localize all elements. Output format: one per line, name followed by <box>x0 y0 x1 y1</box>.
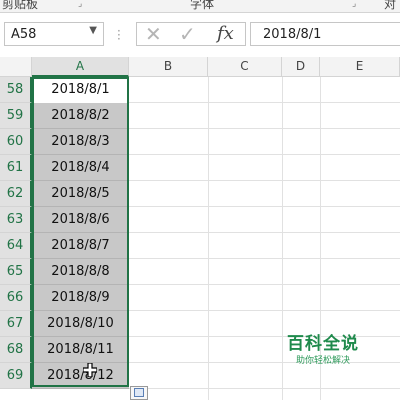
watermark-title: 百科全说 <box>287 334 359 354</box>
watermark-logo: 百科全说 助你轻松解决 <box>276 333 370 373</box>
row-header[interactable]: 68 <box>0 337 32 363</box>
cell-a59[interactable]: 2018/8/2 <box>32 103 129 129</box>
row-header[interactable]: 62 <box>0 181 32 207</box>
cell-a67[interactable]: 2018/8/10 <box>32 311 129 337</box>
formula-input-value: 2018/8/1 <box>263 27 322 42</box>
column-header-a[interactable]: A <box>32 57 129 77</box>
cell-a66[interactable]: 2018/8/9 <box>32 285 129 311</box>
cancel-icon[interactable]: ✕ <box>145 22 162 46</box>
formula-buttons: ✕ ✓ fx <box>136 22 246 46</box>
row-header[interactable]: 67 <box>0 311 32 337</box>
cell-a69[interactable]: 2018/8/12 <box>32 363 129 389</box>
row-header[interactable]: 66 <box>0 285 32 311</box>
auto-fill-options-button[interactable] <box>130 386 148 400</box>
row-header[interactable]: 60 <box>0 129 32 155</box>
cell-a58[interactable]: 2018/8/1 <box>32 77 129 103</box>
row-header[interactable]: 59 <box>0 103 32 129</box>
column-header-b[interactable]: B <box>129 57 208 77</box>
cell-a63[interactable]: 2018/8/6 <box>32 207 129 233</box>
name-box[interactable]: A58 ▼ <box>4 22 104 46</box>
ribbon-group-labels: 剪贴板 ⌟ 字体 ⌟ 对齐 <box>0 0 400 13</box>
row-header[interactable]: 65 <box>0 259 32 285</box>
row-header[interactable]: 69 <box>0 363 32 389</box>
column-header-e[interactable]: E <box>320 57 400 77</box>
chevron-down-icon[interactable]: ▼ <box>89 25 97 36</box>
gridline <box>208 77 209 400</box>
row-header[interactable]: 64 <box>0 233 32 259</box>
insert-function-icon[interactable]: fx <box>217 23 234 44</box>
enter-icon[interactable]: ✓ <box>179 22 196 46</box>
column-header-c[interactable]: C <box>208 57 282 77</box>
font-dialog-launcher-icon[interactable]: ⌟ <box>352 0 356 9</box>
clipboard-dialog-launcher-icon[interactable]: ⌟ <box>78 0 82 9</box>
cell-a65[interactable]: 2018/8/8 <box>32 259 129 285</box>
fill-cross-cursor-icon <box>83 363 97 377</box>
cell-a68[interactable]: 2018/8/11 <box>32 337 129 363</box>
cell-a61[interactable]: 2018/8/4 <box>32 155 129 181</box>
formula-input[interactable]: 2018/8/1 <box>250 22 400 46</box>
cell-a60[interactable]: 2018/8/3 <box>32 129 129 155</box>
row-header[interactable]: 63 <box>0 207 32 233</box>
ribbon-group-alignment-label: 对齐 <box>384 0 397 11</box>
row-header[interactable]: 58 <box>0 77 32 103</box>
row-header[interactable]: 61 <box>0 155 32 181</box>
ribbon-group-clipboard-label: 剪贴板 <box>2 0 39 11</box>
ribbon-group-font-label: 字体 <box>190 0 215 11</box>
formula-bar: A58 ▼ · · · ✕ ✓ fx 2018/8/1 <box>0 13 400 58</box>
cell-a64[interactable]: 2018/8/7 <box>32 233 129 259</box>
formula-bar-resize-handle[interactable]: · · · <box>117 25 121 45</box>
watermark-subtitle: 助你轻松解决 <box>295 356 350 366</box>
cell-a62[interactable]: 2018/8/5 <box>32 181 129 207</box>
column-header-d[interactable]: D <box>282 57 320 77</box>
select-all-corner[interactable] <box>0 57 32 77</box>
auto-fill-options-icon <box>134 388 144 397</box>
name-box-value: A58 <box>11 27 37 42</box>
